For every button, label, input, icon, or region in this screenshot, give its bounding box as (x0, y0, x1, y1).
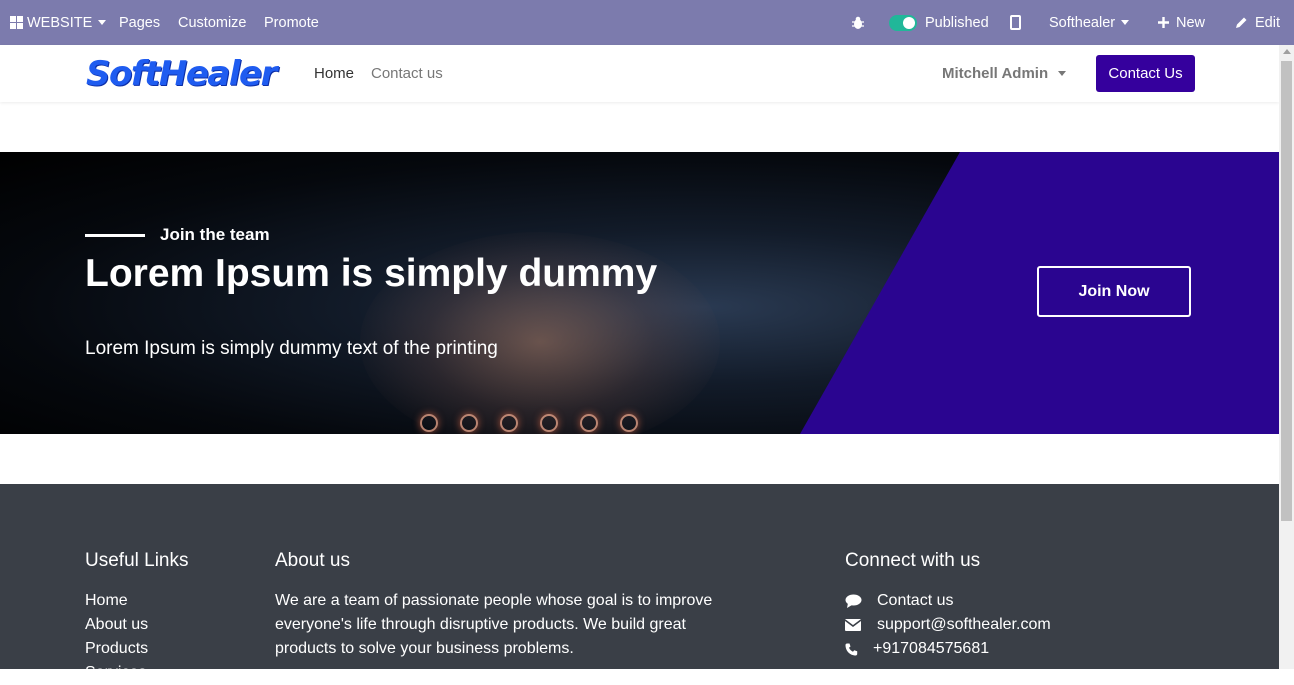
connect-contact-label: Contact us (877, 592, 954, 609)
mobile-preview-icon (1010, 15, 1021, 30)
hero-subtitle: Lorem Ipsum is simply dummy text of the … (85, 338, 498, 359)
apps-grid-icon (10, 16, 23, 29)
website-menu-label: WEBSITE (27, 14, 93, 31)
footer-link-about[interactable]: About us (85, 613, 148, 637)
chevron-down-icon (98, 20, 107, 25)
hero-title: Lorem Ipsum is simply dummy (85, 252, 658, 295)
nav-home[interactable]: Home (314, 45, 354, 102)
phone-icon (845, 643, 873, 656)
promote-menu[interactable]: Promote (264, 0, 319, 45)
new-button[interactable]: New (1158, 0, 1205, 45)
user-menu[interactable]: Mitchell Admin (942, 45, 1067, 102)
connect-title: Connect with us (845, 550, 981, 571)
scrollbar-thumb[interactable] (1281, 61, 1292, 521)
new-label: New (1176, 14, 1206, 31)
company-switcher[interactable]: Softhealer (1049, 0, 1130, 45)
toggle-switch[interactable] (889, 14, 917, 31)
connect-email-value: support@softhealer.com (877, 616, 1051, 633)
useful-links-list: Home About us Products Services (85, 589, 148, 685)
connect-phone-value: +917084575681 (873, 640, 990, 657)
publish-toggle[interactable]: Published (889, 0, 989, 45)
scroll-up-icon[interactable] (1283, 49, 1291, 54)
useful-links-title: Useful Links (85, 550, 189, 571)
website-editor-bar: WEBSITE Pages Customize Promote Publishe… (0, 0, 1294, 45)
user-name: Mitchell Admin (942, 65, 1049, 82)
connect-list: Contact us support@softhealer.com +91708… (845, 589, 1051, 661)
site-footer: Useful Links Home About us Products Serv… (0, 484, 1279, 681)
nav-contact-us[interactable]: Contact us (371, 45, 443, 102)
site-logo[interactable]: SoftHealer (86, 53, 277, 95)
connect-phone[interactable]: +917084575681 (845, 637, 1051, 661)
site-header: SoftHealer Home Contact us Mitchell Admi… (0, 45, 1279, 102)
published-label: Published (925, 14, 989, 31)
edit-button[interactable]: Edit (1235, 0, 1280, 45)
page-scrollbar[interactable] (1279, 45, 1294, 669)
hero-banner: Join the team Lorem Ipsum is simply dumm… (0, 152, 1279, 434)
about-us-text: We are a team of passionate people whose… (275, 592, 713, 657)
hero-light-dots (420, 414, 638, 432)
debug-button[interactable] (851, 0, 865, 45)
contact-us-button[interactable]: Contact Us (1096, 55, 1195, 92)
footer-link-services[interactable]: Services (85, 661, 148, 685)
connect-contact[interactable]: Contact us (845, 589, 1051, 613)
footer-link-home[interactable]: Home (85, 589, 148, 613)
hero-tag-line (85, 234, 145, 237)
chat-bubble-icon (845, 594, 877, 608)
chevron-down-icon (1058, 71, 1067, 76)
plus-icon (1158, 17, 1169, 28)
connect-email[interactable]: support@softhealer.com (845, 613, 1051, 637)
about-us-title: About us (275, 550, 350, 571)
company-name: Softhealer (1049, 14, 1116, 31)
pages-menu[interactable]: Pages (119, 0, 160, 45)
website-menu[interactable]: WEBSITE (10, 0, 107, 45)
pencil-icon (1235, 16, 1248, 29)
footer-link-products[interactable]: Products (85, 637, 148, 661)
bug-icon (851, 16, 865, 30)
customize-menu[interactable]: Customize (178, 0, 247, 45)
join-now-button[interactable]: Join Now (1037, 266, 1191, 317)
mobile-preview-button[interactable] (1010, 0, 1021, 45)
chevron-down-icon (1121, 20, 1130, 25)
edit-label: Edit (1255, 14, 1280, 31)
envelope-icon (845, 619, 877, 631)
hero-tag: Join the team (160, 225, 270, 244)
